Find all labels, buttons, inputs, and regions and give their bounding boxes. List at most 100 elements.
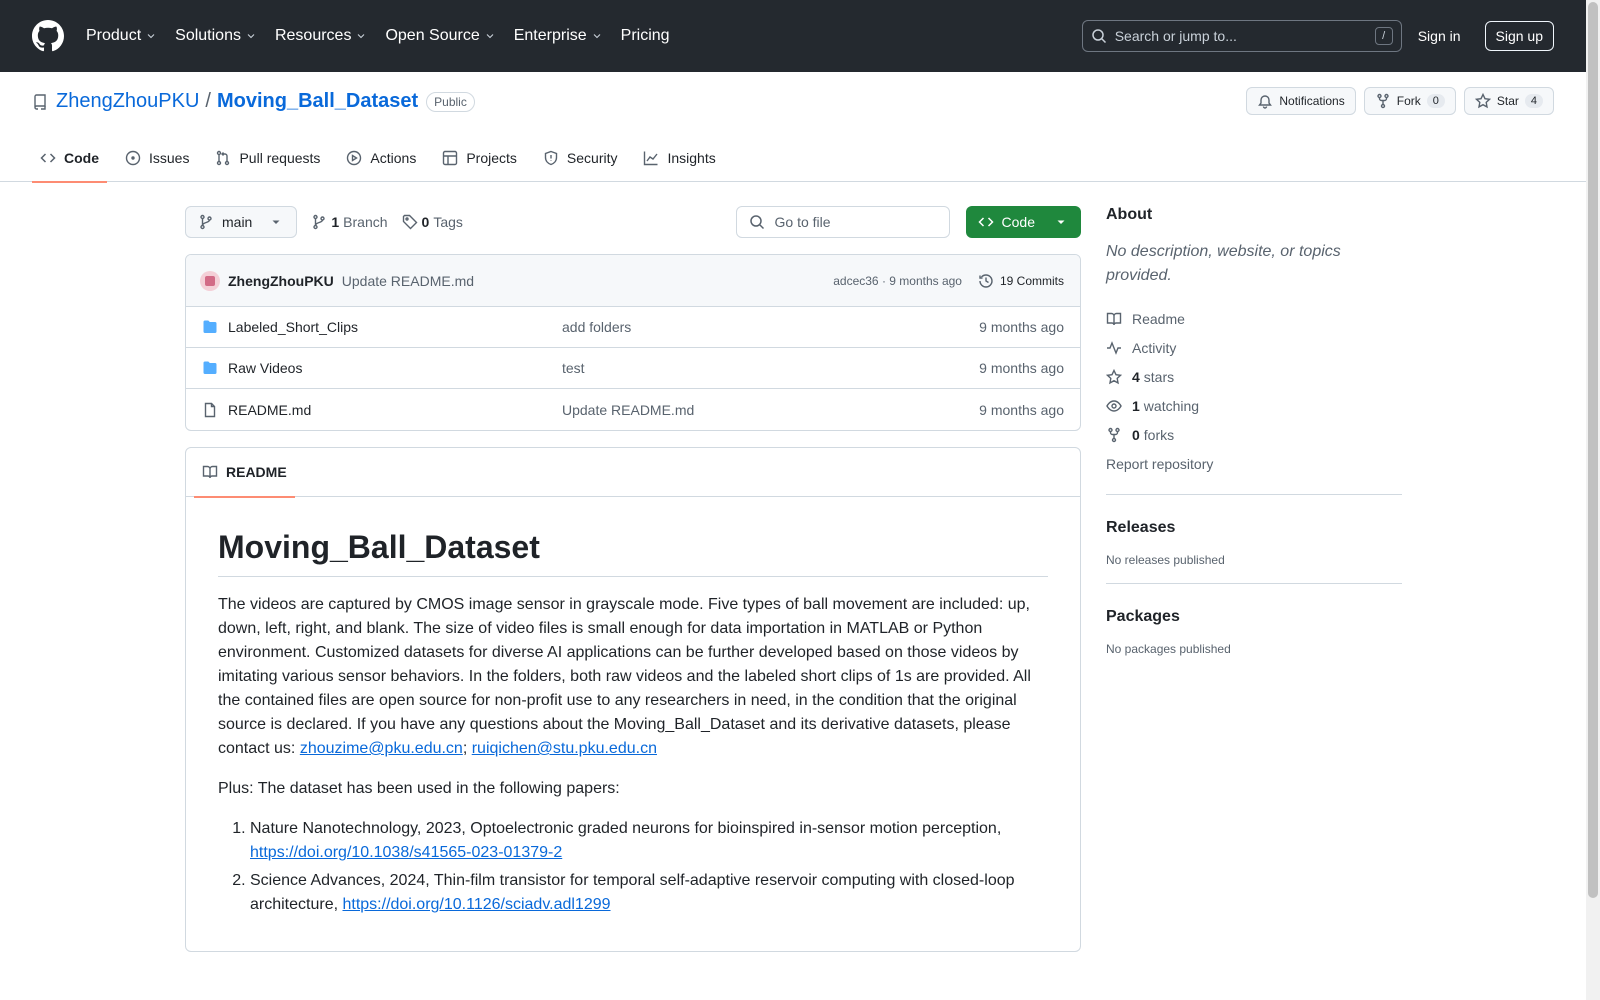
readme-paragraph: The videos are captured by CMOS image se… xyxy=(218,596,1031,757)
tags-link[interactable]: 0 Tags xyxy=(402,214,463,230)
repo-separator: / xyxy=(205,90,211,112)
list-item: Nature Nanotechnology, 2023, Optoelectro… xyxy=(250,817,1048,865)
tab-code[interactable]: Code xyxy=(32,134,107,183)
readme-panel: README Moving_Ball_Dataset The videos ar… xyxy=(185,447,1081,952)
search-icon xyxy=(1091,29,1106,44)
star-count: 4 xyxy=(1524,94,1543,108)
main-content: main 1 Branch 0 Tags Go to file Code Zheng… xyxy=(185,206,1081,952)
list-item: Science Advances, 2024, Thin-film transi… xyxy=(250,869,1048,917)
file-commit-message[interactable]: add folders xyxy=(562,319,979,335)
fork-icon xyxy=(1108,427,1120,442)
doi-link[interactable]: https://doi.org/10.1126/sciadv.adl1299 xyxy=(342,896,610,913)
releases-title[interactable]: Releases xyxy=(1106,519,1402,537)
file-age: 9 months ago xyxy=(979,319,1064,335)
scrollbar-thumb[interactable] xyxy=(1588,2,1598,898)
star-icon xyxy=(1474,93,1491,109)
file-list: ZhengZhouPKU Update README.md adcec36 · … xyxy=(185,254,1081,431)
fork-count: 0 xyxy=(1426,94,1445,108)
table-row[interactable]: Raw Videos test 9 months ago xyxy=(186,348,1080,389)
folder-icon xyxy=(203,361,217,374)
file-name[interactable]: README.md xyxy=(228,402,562,418)
folder-icon xyxy=(203,320,217,333)
notifications-button[interactable]: Notifications xyxy=(1246,87,1356,115)
tab-projects[interactable]: Projects xyxy=(434,134,525,182)
tab-actions[interactable]: Actions xyxy=(338,134,424,182)
star-icon xyxy=(1106,368,1122,384)
history-icon xyxy=(979,273,993,288)
nav-product[interactable]: Product xyxy=(86,27,157,45)
email-link[interactable]: zhouzime@pku.edu.cn xyxy=(300,740,463,757)
branch-icon xyxy=(200,214,212,230)
sidebar-item-stars[interactable]: 4 stars xyxy=(1106,362,1402,391)
tab-security[interactable]: Security xyxy=(535,134,626,182)
file-name[interactable]: Raw Videos xyxy=(228,360,562,376)
sidebar-item-watching[interactable]: 1 watching xyxy=(1106,391,1402,420)
table-row[interactable]: README.md Update README.md 9 months ago xyxy=(186,389,1080,430)
nav-pricing[interactable]: Pricing xyxy=(621,27,670,45)
nav-solutions[interactable]: Solutions xyxy=(175,27,257,45)
eye-icon xyxy=(1106,399,1122,412)
repo-owner-link[interactable]: ZhengZhouPKU xyxy=(56,90,199,113)
go-to-file-input[interactable]: Go to file xyxy=(735,206,950,238)
branch-icon xyxy=(313,214,326,230)
search-icon xyxy=(749,215,764,230)
visibility-badge: Public xyxy=(426,91,475,112)
commit-message[interactable]: Update README.md xyxy=(342,273,474,289)
file-commit-message[interactable]: Update README.md xyxy=(562,402,979,418)
tab-readme[interactable]: README xyxy=(194,448,295,498)
email-link[interactable]: ruiqichen@stu.pku.edu.cn xyxy=(472,740,657,757)
chevron-down-icon xyxy=(593,34,601,39)
repo-title: ZhengZhouPKU / Moving_Ball_Dataset Publi… xyxy=(32,90,475,113)
divider xyxy=(1106,583,1402,584)
packages-title[interactable]: Packages xyxy=(1106,608,1402,626)
book-icon xyxy=(202,465,218,479)
about-title: About xyxy=(1106,206,1153,223)
avatar[interactable] xyxy=(200,270,220,291)
divider xyxy=(1106,494,1402,495)
file-commit-message[interactable]: test xyxy=(562,360,979,376)
branch-select-button[interactable]: main xyxy=(185,206,298,238)
report-repository-link[interactable]: Report repository xyxy=(1106,449,1402,478)
star-button[interactable]: Star 4 xyxy=(1463,87,1554,115)
readme-paragraph: Plus: The dataset has been used in the f… xyxy=(218,780,620,797)
branches-link[interactable]: 1 Branch xyxy=(311,214,388,230)
papers-list: Nature Nanotechnology, 2023, Optoelectro… xyxy=(218,817,1048,917)
table-icon xyxy=(443,150,458,166)
header-right: Search or jump to... / Sign in Sign up xyxy=(1081,20,1554,52)
nav-open-source[interactable]: Open Source xyxy=(385,27,495,45)
commit-author[interactable]: ZhengZhouPKU xyxy=(228,273,334,289)
code-dropdown-button[interactable]: Code xyxy=(965,206,1081,238)
sidebar-item-forks[interactable]: 0 forks xyxy=(1106,420,1402,449)
file-name[interactable]: Labeled_Short_Clips xyxy=(228,319,562,335)
table-row[interactable]: Labeled_Short_Clips add folders 9 months… xyxy=(186,307,1080,348)
search-input[interactable]: Search or jump to... / xyxy=(1081,20,1402,52)
bell-icon xyxy=(1258,95,1273,109)
readme-tab-bar: README xyxy=(186,448,1080,498)
page-scrollbar[interactable] xyxy=(1586,0,1600,1000)
github-logo-icon[interactable] xyxy=(32,20,64,52)
about-description: No description, website, or topics provi… xyxy=(1106,243,1341,284)
pulse-icon xyxy=(1107,340,1121,355)
sidebar-item-activity[interactable]: Activity xyxy=(1106,333,1402,362)
nav-enterprise[interactable]: Enterprise xyxy=(514,27,603,45)
tab-issues[interactable]: Issues xyxy=(117,134,197,182)
packages-description: No packages published xyxy=(1106,642,1231,656)
caret-down-icon xyxy=(1057,220,1065,224)
repo-name-link[interactable]: Moving_Ball_Dataset xyxy=(217,90,418,113)
sidebar-item-readme[interactable]: Readme xyxy=(1106,304,1402,333)
tab-pull-requests[interactable]: Pull requests xyxy=(207,134,328,182)
chevron-down-icon xyxy=(486,34,494,39)
doi-link[interactable]: https://doi.org/10.1038/s41565-023-01379… xyxy=(250,844,562,861)
fork-button[interactable]: Fork 0 xyxy=(1363,87,1456,115)
sign-in-link[interactable]: Sign in xyxy=(1418,28,1461,44)
commits-link[interactable]: 19 Commits xyxy=(978,273,1064,289)
search-placeholder: Search or jump to... xyxy=(1114,28,1237,44)
readme-content: Moving_Ball_Dataset The videos are captu… xyxy=(186,497,1080,953)
code-icon xyxy=(40,153,56,163)
tab-insights[interactable]: Insights xyxy=(635,134,723,182)
pull-request-icon xyxy=(217,150,230,166)
nav-resources[interactable]: Resources xyxy=(275,27,367,45)
chevron-down-icon xyxy=(147,34,155,39)
file-icon xyxy=(204,402,216,417)
sign-up-button[interactable]: Sign up xyxy=(1484,21,1554,51)
